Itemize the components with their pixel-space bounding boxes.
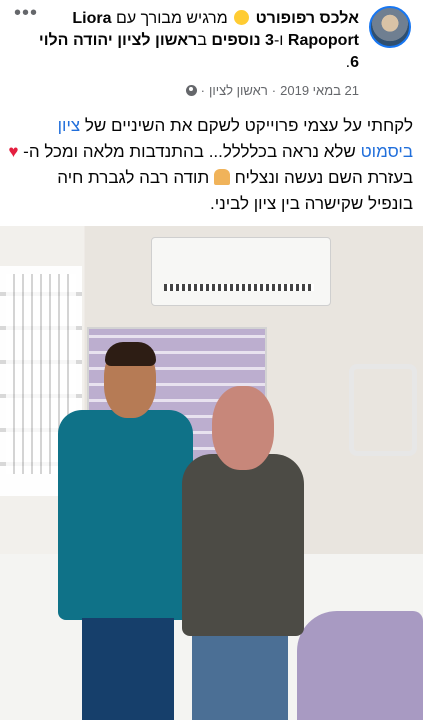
air-conditioner (151, 237, 331, 306)
dentist-jeans (82, 618, 174, 720)
post-photo[interactable] (0, 226, 423, 720)
post-place[interactable]: ראשון לציון (209, 83, 268, 98)
meta-separator: · (271, 83, 277, 98)
heart-icon: ♥ (8, 142, 19, 161)
meta-separator: · (200, 83, 205, 98)
and-text: ו- (273, 32, 284, 49)
patient-head (212, 386, 274, 470)
dentist-shirt (58, 410, 193, 620)
globe-icon (185, 85, 197, 96)
post-date[interactable]: 21 במאי 2019 (280, 83, 359, 98)
post-text: לקחתי על עצמי פרוייקט לשקם את השיניים של… (8, 113, 413, 217)
patient-figure (182, 386, 307, 720)
author-name[interactable]: אלכס רפופורט (256, 10, 359, 27)
location-prefix: ב (197, 32, 207, 49)
dentist-figure (58, 342, 193, 720)
patient-shirt (182, 454, 304, 636)
with-text: עם (115, 10, 137, 27)
dentist-hair (105, 342, 156, 366)
smile-emoji-icon (234, 10, 250, 25)
post-line-1-suffix: שלא נראה בכלללל... בהתנדבות מלאה ומכל ה- (23, 142, 356, 161)
author-avatar[interactable] (369, 6, 411, 48)
feeling-text: מרגיש מבורך (140, 10, 228, 27)
post-header: ••• אלכס רפופורט מרגיש מבורך עם Liora Ra… (0, 0, 423, 108)
dental-lamp (349, 364, 417, 456)
post-title: אלכס רפופורט מרגיש מבורך עם Liora Rapopo… (29, 8, 359, 74)
dental-chair (297, 611, 423, 720)
post-line-1: לקחתי על עצמי פרוייקט לשקם את השיניים של (84, 116, 413, 135)
post-meta: 21 במאי 2019 · ראשון לציון · (185, 83, 359, 98)
location-link[interactable]: ראשון לציון (117, 32, 197, 49)
others-link[interactable]: 3 נוספים (211, 32, 274, 49)
praying-hands-icon (213, 169, 230, 185)
post-line-2: בעזרת השם נעשה ונצליח (234, 168, 413, 187)
patient-jeans (192, 636, 288, 720)
